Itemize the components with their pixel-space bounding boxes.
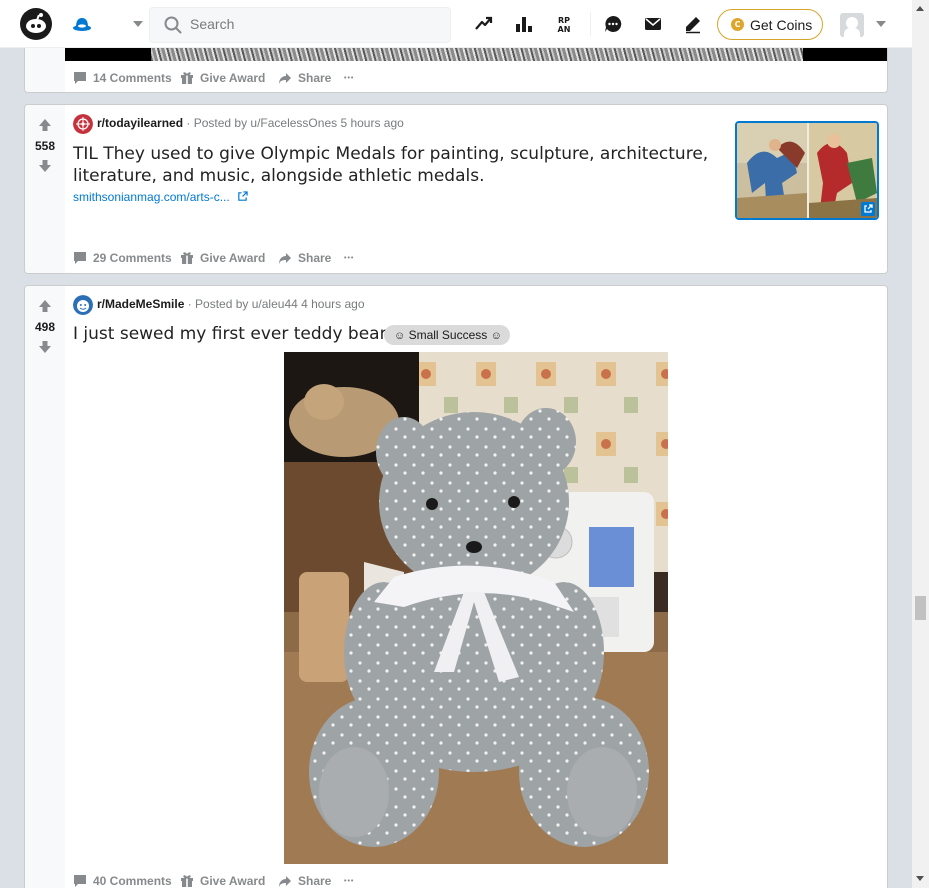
leaderboard-icon[interactable]	[514, 14, 534, 34]
comments-button[interactable]: 40 Comments	[73, 871, 172, 888]
share-arrow-icon	[279, 73, 291, 84]
give-award-button[interactable]: Give Award	[180, 68, 265, 88]
share-button[interactable]: Share	[278, 68, 331, 88]
comments-button[interactable]: 29 Comments	[73, 248, 172, 268]
svg-text:RP: RP	[558, 16, 570, 25]
vote-column: 558	[25, 105, 65, 273]
post-thumbnail[interactable]	[735, 121, 879, 220]
gift-icon	[181, 875, 193, 887]
trending-icon[interactable]	[474, 14, 494, 34]
vote-column: 498	[25, 286, 65, 888]
snoo-face-icon: ☺	[394, 330, 406, 342]
share-label: Share	[298, 71, 332, 85]
scrollbar-thumb[interactable]	[915, 596, 926, 620]
teddy-bear-photo	[284, 352, 668, 864]
more-options-icon[interactable]: •••	[344, 248, 354, 268]
search-bar[interactable]	[149, 7, 451, 43]
comment-icon	[74, 875, 86, 887]
get-coins-label: Get Coins	[750, 17, 813, 33]
top-navbar: RP AN C Get Coins	[0, 0, 912, 48]
upvote-arrow-icon[interactable]	[38, 118, 52, 132]
post-card[interactable]: 498 r/MadeMeSmile · Posted by u/aleu44 4…	[24, 285, 888, 888]
post-title[interactable]: TIL They used to give Olympic Medals for…	[73, 143, 713, 187]
downvote-arrow-icon[interactable]	[38, 159, 52, 173]
olympic-art-thumbnail	[737, 123, 877, 218]
post-card[interactable]: 558 r/todayilearned · Posted by u/Facele…	[24, 104, 888, 274]
flair-label: Small Success	[408, 328, 488, 342]
give-award-label: Give Award	[200, 71, 266, 85]
subreddit-todayilearned-icon[interactable]	[73, 114, 93, 134]
post-meta: r/todayilearned · Posted by u/FacelessOn…	[97, 116, 404, 130]
comment-icon	[74, 252, 86, 264]
comments-count: 29 Comments	[93, 251, 172, 265]
share-button[interactable]: Share	[278, 871, 331, 888]
share-button[interactable]: Share	[278, 248, 331, 268]
create-post-pencil-icon[interactable]	[683, 14, 703, 34]
reddit-logo-icon[interactable]	[20, 8, 52, 40]
search-input[interactable]	[190, 16, 440, 32]
external-link-icon	[238, 191, 248, 201]
get-coins-button[interactable]: C Get Coins	[717, 9, 823, 40]
more-options-icon[interactable]: •••	[344, 871, 354, 888]
vote-count: 498	[34, 320, 56, 334]
give-award-label: Give Award	[200, 251, 266, 265]
page-scrollbar[interactable]	[912, 0, 929, 888]
share-label: Share	[298, 874, 332, 888]
user-avatar[interactable]	[840, 13, 864, 37]
chat-icon[interactable]	[603, 14, 623, 34]
post-flair[interactable]: ☺ Small Success ☺	[384, 325, 510, 345]
header-divider	[590, 12, 591, 36]
comments-button[interactable]: 14 Comments	[73, 68, 172, 88]
gift-icon	[181, 252, 193, 264]
subreddit-link[interactable]: r/MadeMeSmile	[97, 297, 184, 311]
account-dropdown-chevron-icon[interactable]	[876, 21, 886, 27]
thumbnail-external-link-icon	[861, 202, 875, 216]
link-domain: smithsonianmag.com/arts-c...	[73, 190, 230, 204]
post-image[interactable]	[284, 352, 668, 864]
upvote-arrow-icon[interactable]	[38, 299, 52, 313]
posted-by[interactable]: · Posted by u/FacelessOnes 5 hours ago	[186, 116, 403, 130]
scroll-up-arrow-icon[interactable]	[916, 6, 924, 11]
downvote-arrow-icon[interactable]	[38, 340, 52, 354]
share-arrow-icon	[279, 876, 291, 887]
coin-icon: C	[731, 18, 744, 31]
mail-icon[interactable]	[643, 14, 663, 34]
external-link[interactable]: smithsonianmag.com/arts-c...	[73, 190, 248, 204]
rpan-icon[interactable]: RP AN	[554, 14, 574, 34]
scroll-down-arrow-icon[interactable]	[916, 876, 924, 881]
vote-count: 558	[34, 139, 56, 153]
subreddit-link[interactable]: r/todayilearned	[97, 116, 183, 130]
snoo-face-icon: ☺	[490, 330, 502, 342]
posted-by[interactable]: · Posted by u/aleu44 4 hours ago	[188, 297, 365, 311]
search-icon	[164, 16, 182, 34]
gift-icon	[181, 72, 193, 84]
share-label: Share	[298, 251, 332, 265]
svg-text:AN: AN	[558, 25, 571, 34]
feed-dropdown-chevron-icon[interactable]	[133, 21, 143, 27]
post-title[interactable]: I just sewed my first ever teddy bear!	[73, 323, 403, 345]
comment-icon	[74, 72, 86, 84]
give-award-button[interactable]: Give Award	[180, 248, 265, 268]
comments-count: 40 Comments	[93, 874, 172, 888]
comments-count: 14 Comments	[93, 71, 172, 85]
share-arrow-icon	[279, 253, 291, 264]
subreddit-mademesmile-icon[interactable]	[73, 295, 93, 315]
give-award-button[interactable]: Give Award	[180, 871, 265, 888]
home-feed-icon[interactable]	[72, 15, 92, 35]
more-options-icon[interactable]: •••	[344, 68, 354, 88]
give-award-label: Give Award	[200, 874, 266, 888]
post-meta: r/MadeMeSmile · Posted by u/aleu44 4 hou…	[97, 297, 365, 311]
